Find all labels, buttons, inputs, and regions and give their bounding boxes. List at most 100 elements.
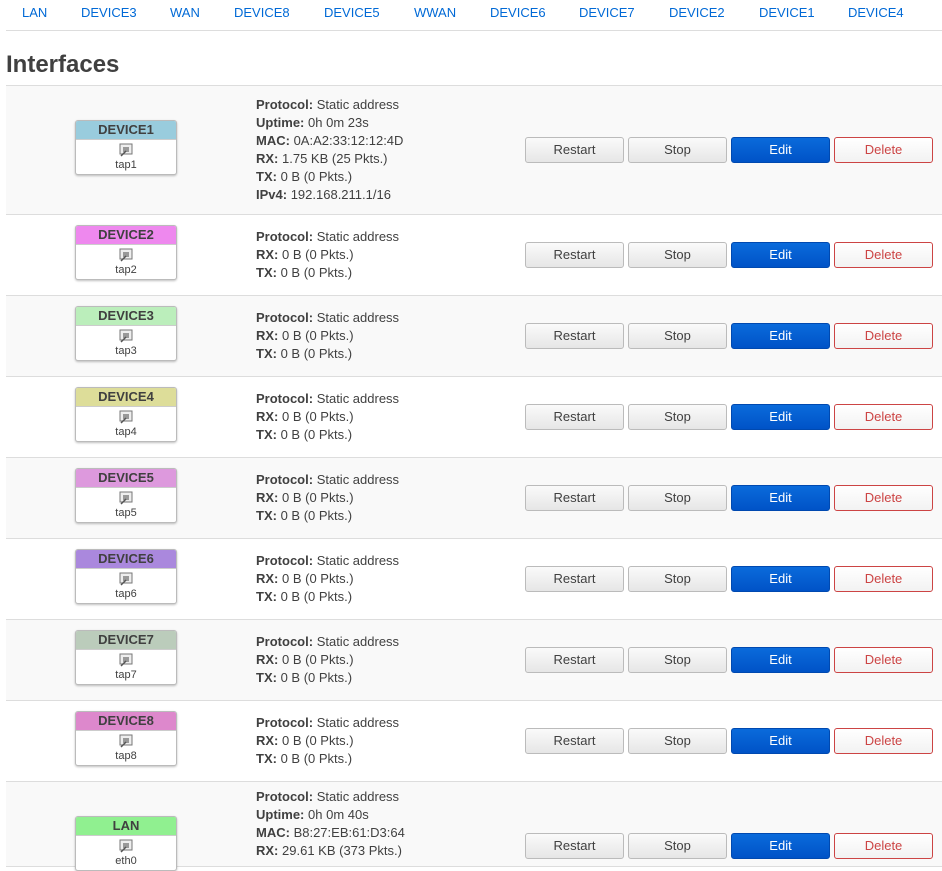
status-ipv4-value: 192.168.211.1/16 bbox=[290, 187, 391, 202]
tab-device4[interactable]: DEVICE4 bbox=[848, 5, 904, 20]
tab-device2[interactable]: DEVICE2 bbox=[669, 5, 725, 20]
restart-button[interactable]: Restart bbox=[525, 323, 624, 349]
interface-device: tap6 bbox=[115, 588, 137, 600]
delete-button[interactable]: Delete bbox=[834, 242, 933, 268]
interface-row: Protocol: Static address RX: 0 B (0 Pkts.… bbox=[6, 458, 942, 539]
interface-name: LAN bbox=[76, 817, 176, 836]
status-tx-label: TX: bbox=[256, 751, 277, 766]
tab-wan[interactable]: WAN bbox=[170, 5, 200, 20]
interface-badge: LAN eth0 bbox=[75, 816, 177, 871]
delete-button[interactable]: Delete bbox=[834, 833, 933, 859]
interface-name: DEVICE7 bbox=[76, 631, 176, 650]
stop-button[interactable]: Stop bbox=[628, 566, 727, 592]
stop-button[interactable]: Stop bbox=[628, 242, 727, 268]
tab-device6[interactable]: DEVICE6 bbox=[490, 5, 546, 20]
interface-device: tap5 bbox=[115, 507, 137, 519]
interface-row: Protocol: Static address Uptime: 0h 0m 23… bbox=[6, 86, 942, 215]
interface-name: DEVICE5 bbox=[76, 469, 176, 488]
interface-row: Protocol: Static address RX: 0 B (0 Pkts.… bbox=[6, 701, 942, 782]
ethernet-port-icon bbox=[76, 731, 176, 749]
edit-button[interactable]: Edit bbox=[731, 485, 830, 511]
edit-button[interactable]: Edit bbox=[731, 728, 830, 754]
restart-button[interactable]: Restart bbox=[525, 137, 624, 163]
interface-row: Protocol: Static address Uptime: 0h 0m 40… bbox=[6, 782, 942, 871]
edit-button[interactable]: Edit bbox=[731, 566, 830, 592]
interfaces-list: Protocol: Static address Uptime: 0h 0m 23… bbox=[6, 85, 942, 871]
stop-button[interactable]: Stop bbox=[628, 833, 727, 859]
interface-badge: DEVICE5 tap5 bbox=[75, 468, 177, 523]
interface-name: DEVICE1 bbox=[76, 121, 176, 140]
status-protocol: Protocol: Static address bbox=[256, 471, 399, 489]
ethernet-port-icon bbox=[76, 245, 176, 263]
delete-button[interactable]: Delete bbox=[834, 323, 933, 349]
restart-button[interactable]: Restart bbox=[525, 647, 624, 673]
stop-button[interactable]: Stop bbox=[628, 647, 727, 673]
ethernet-port-icon bbox=[76, 569, 176, 587]
restart-button[interactable]: Restart bbox=[525, 728, 624, 754]
tab-lan[interactable]: LAN bbox=[22, 5, 47, 20]
page-title: Interfaces bbox=[6, 51, 120, 78]
interface-badge: DEVICE8 tap8 bbox=[75, 711, 177, 766]
status-protocol-label: Protocol: bbox=[256, 789, 314, 804]
stop-button[interactable]: Stop bbox=[628, 323, 727, 349]
edit-button[interactable]: Edit bbox=[731, 242, 830, 268]
status-protocol-label: Protocol: bbox=[256, 310, 314, 325]
restart-button[interactable]: Restart bbox=[525, 485, 624, 511]
status-rx-label: RX: bbox=[256, 733, 279, 748]
status-tx-label: TX: bbox=[256, 508, 277, 523]
status-rx-value: 0 B (0 Pkts.) bbox=[282, 571, 354, 586]
delete-button[interactable]: Delete bbox=[834, 485, 933, 511]
tab-device7[interactable]: DEVICE7 bbox=[579, 5, 635, 20]
tab-wwan[interactable]: WWAN bbox=[414, 5, 456, 20]
edit-button[interactable]: Edit bbox=[731, 647, 830, 673]
delete-button[interactable]: Delete bbox=[834, 728, 933, 754]
status-protocol-label: Protocol: bbox=[256, 715, 314, 730]
stop-button[interactable]: Stop bbox=[628, 404, 727, 430]
edit-button[interactable]: Edit bbox=[731, 323, 830, 349]
delete-button[interactable]: Delete bbox=[834, 566, 933, 592]
status-protocol-label: Protocol: bbox=[256, 229, 314, 244]
status-mac: MAC: 0A:A2:33:12:12:4D bbox=[256, 132, 403, 150]
edit-button[interactable]: Edit bbox=[731, 404, 830, 430]
status-mac-label: MAC: bbox=[256, 133, 290, 148]
interface-name: DEVICE6 bbox=[76, 550, 176, 569]
status-rx-label: RX: bbox=[256, 571, 279, 586]
status-rx-value: 0 B (0 Pkts.) bbox=[282, 328, 354, 343]
status-rx-label: RX: bbox=[256, 490, 279, 505]
status-mac-value: B8:27:EB:61:D3:64 bbox=[293, 825, 405, 840]
tab-device8[interactable]: DEVICE8 bbox=[234, 5, 290, 20]
delete-button[interactable]: Delete bbox=[834, 137, 933, 163]
restart-button[interactable]: Restart bbox=[525, 404, 624, 430]
delete-button[interactable]: Delete bbox=[834, 647, 933, 673]
interface-badge: DEVICE4 tap4 bbox=[75, 387, 177, 442]
tab-device1[interactable]: DEVICE1 bbox=[759, 5, 815, 20]
edit-button[interactable]: Edit bbox=[731, 137, 830, 163]
status-protocol: Protocol: Static address bbox=[256, 309, 399, 327]
interface-badge: DEVICE7 tap7 bbox=[75, 630, 177, 685]
interface-status: Protocol: Static address Uptime: 0h 0m 40… bbox=[256, 788, 405, 860]
stop-button[interactable]: Stop bbox=[628, 485, 727, 511]
interface-badge: DEVICE2 tap2 bbox=[75, 225, 177, 280]
interface-name: DEVICE8 bbox=[76, 712, 176, 731]
status-rx-value: 0 B (0 Pkts.) bbox=[282, 247, 354, 262]
interface-badge: DEVICE3 tap3 bbox=[75, 306, 177, 361]
delete-button[interactable]: Delete bbox=[834, 404, 933, 430]
ethernet-port-icon bbox=[76, 836, 176, 854]
status-uptime-value: 0h 0m 23s bbox=[308, 115, 369, 130]
stop-button[interactable]: Stop bbox=[628, 137, 727, 163]
stop-button[interactable]: Stop bbox=[628, 728, 727, 754]
restart-button[interactable]: Restart bbox=[525, 242, 624, 268]
edit-button[interactable]: Edit bbox=[731, 833, 830, 859]
interface-device: tap2 bbox=[115, 264, 137, 276]
restart-button[interactable]: Restart bbox=[525, 566, 624, 592]
status-rx-label: RX: bbox=[256, 652, 279, 667]
tab-device5[interactable]: DEVICE5 bbox=[324, 5, 380, 20]
status-uptime-value: 0h 0m 40s bbox=[308, 807, 369, 822]
restart-button[interactable]: Restart bbox=[525, 833, 624, 859]
status-tx-label: TX: bbox=[256, 265, 277, 280]
status-protocol-value: Static address bbox=[316, 229, 400, 244]
interface-status: Protocol: Static address RX: 0 B (0 Pkts.… bbox=[256, 714, 399, 768]
tab-device3[interactable]: DEVICE3 bbox=[81, 5, 137, 20]
interface-status: Protocol: Static address RX: 0 B (0 Pkts.… bbox=[256, 390, 399, 444]
status-tx-label: TX: bbox=[256, 670, 277, 685]
